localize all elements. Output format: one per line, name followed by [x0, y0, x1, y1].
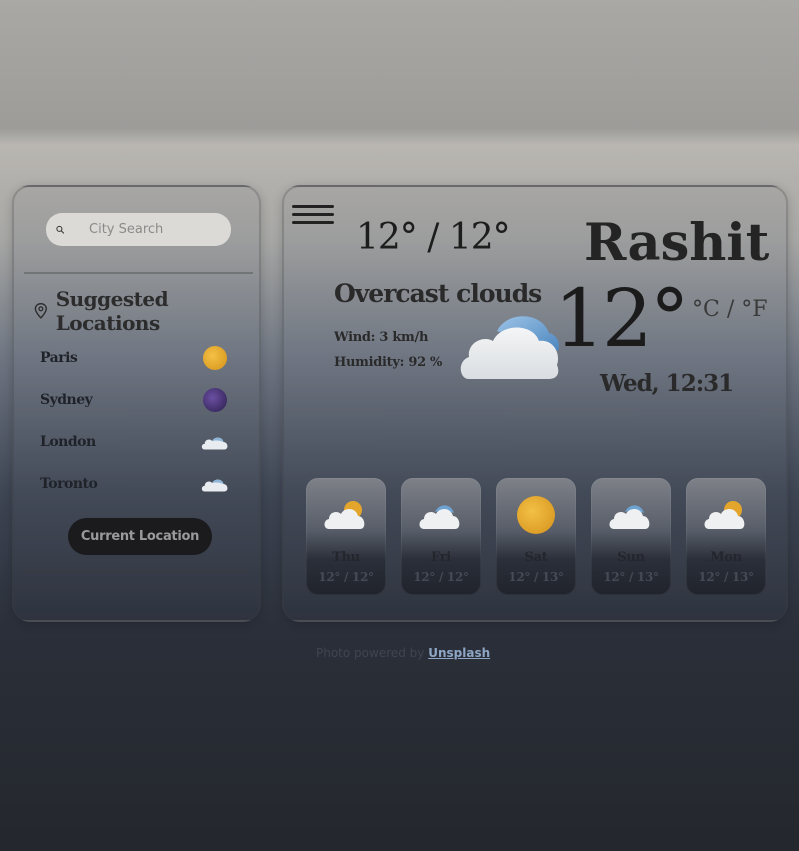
cloud-icon [200, 471, 230, 497]
forecast-card[interactable]: Sun 12° / 13° [591, 478, 671, 595]
forecast-day: Fri [431, 550, 451, 565]
divider [24, 570, 253, 572]
forecast-day: Sat [524, 550, 548, 565]
forecast-card[interactable]: Mon 12° / 13° [686, 478, 766, 595]
suggested-title-text: Suggested Locations [55, 287, 169, 335]
moon-icon [200, 387, 230, 413]
location-item-london[interactable]: London [40, 421, 230, 463]
search-icon [56, 225, 65, 234]
location-name: Sydney [40, 392, 93, 408]
forecast-card[interactable]: Fri 12° / 12° [401, 478, 481, 595]
location-item-toronto[interactable]: Toronto [40, 463, 230, 505]
wind-info: Wind: 3 km/h [334, 330, 429, 345]
date-time: Wed, 12:31 [600, 370, 734, 397]
suggested-title: Suggested Locations [34, 287, 259, 335]
forecast-temp: 12° / 13° [508, 570, 564, 584]
menu-icon[interactable] [292, 205, 334, 225]
location-name: London [40, 434, 96, 450]
unit-fahrenheit[interactable]: °F [741, 297, 767, 322]
forecast-card[interactable]: Sat 12° / 13° [496, 478, 576, 595]
location-name: Toronto [40, 476, 98, 492]
search-box[interactable] [46, 213, 231, 246]
photo-credit: Photo powered by Unsplash [316, 646, 490, 660]
cloud-icon [415, 494, 467, 536]
forecast-row: Thu 12° / 12° Fri 12° / 12° Sat 12° / 13… [306, 478, 766, 595]
current-location-button[interactable]: Current Location [68, 518, 212, 555]
divider [24, 272, 253, 274]
forecast-temp: 12° / 13° [603, 570, 659, 584]
forecast-temp: 12° / 12° [318, 570, 374, 584]
weather-description: Overcast clouds [334, 279, 542, 308]
current-temperature: 12° [554, 272, 690, 365]
cloud-icon [200, 429, 230, 455]
location-name: Paris [40, 350, 78, 366]
forecast-temp: 12° / 13° [698, 570, 754, 584]
cloud-sun-icon [700, 494, 752, 536]
forecast-day: Mon [710, 550, 742, 565]
cloud-sun-icon [320, 494, 372, 536]
unit-separator: / [719, 297, 742, 322]
weather-main-panel: 12° / 12° Overcast clouds Wind: 3 km/h H… [282, 185, 788, 622]
forecast-day: Sun [617, 550, 645, 565]
suggested-locations-panel: Suggested Locations Paris Sydney London … [12, 185, 261, 622]
sun-icon [510, 494, 562, 536]
photo-credit-text: Photo powered by [316, 646, 429, 660]
location-item-sydney[interactable]: Sydney [40, 379, 230, 421]
sun-icon [200, 345, 230, 371]
header-band [0, 0, 799, 128]
unit-toggle[interactable]: °C / °F [692, 297, 768, 322]
forecast-day: Thu [332, 550, 360, 565]
humidity-info: Humidity: 92 % [334, 355, 443, 370]
forecast-temp: 12° / 12° [413, 570, 469, 584]
unit-celsius[interactable]: °C [692, 297, 720, 322]
cloud-icon [460, 316, 559, 379]
location-list: Paris Sydney London Toronto [40, 337, 230, 505]
forecast-card[interactable]: Thu 12° / 12° [306, 478, 386, 595]
unsplash-link[interactable]: Unsplash [428, 646, 490, 660]
location-item-paris[interactable]: Paris [40, 337, 230, 379]
hi-lo-temp: 12° / 12° [356, 217, 511, 258]
search-input[interactable] [87, 221, 231, 238]
location-pin-icon [34, 303, 48, 319]
cloud-icon [605, 494, 657, 536]
city-name: Rashit [584, 213, 770, 273]
